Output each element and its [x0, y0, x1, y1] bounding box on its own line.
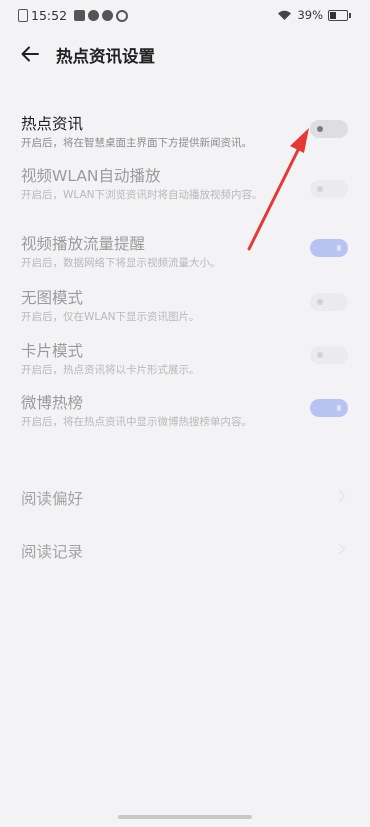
- setting-title: 无图模式: [21, 289, 84, 307]
- no-image-mode-toggle[interactable]: [310, 293, 348, 311]
- setting-desc: 开启后，将在智慧桌面主界面下方提供新闻资讯。: [21, 137, 252, 149]
- setting-card-mode: 卡片模式 开启后，热点资讯将以卡片形式展示。: [0, 339, 370, 379]
- status-right: 39%: [277, 8, 351, 22]
- app-notification-icon-3: [102, 10, 114, 21]
- hot-news-toggle[interactable]: [310, 120, 348, 138]
- setting-desc: 开启后，仅在WLAN下显示资讯图片。: [21, 311, 200, 323]
- chevron-right-icon: [338, 490, 346, 502]
- battery-percent: 39%: [297, 8, 323, 22]
- setting-desc: 开启后，将在热点资讯中显示微博热搜榜单内容。: [21, 416, 252, 428]
- app-notification-icon: [74, 10, 86, 21]
- app-notification-icon-4: [116, 9, 129, 22]
- card-mode-toggle[interactable]: [310, 346, 348, 364]
- toggle-knob: [317, 126, 323, 132]
- toggle-knob: [317, 352, 323, 358]
- setting-desc: 开启后，热点资讯将以卡片形式展示。: [21, 364, 200, 376]
- header: 热点资讯设置: [0, 34, 370, 74]
- toggle-knob: [337, 405, 341, 411]
- setting-title: 视频播放流量提醒: [21, 235, 146, 253]
- video-data-reminder-toggle[interactable]: [310, 239, 348, 257]
- battery-icon: [328, 9, 351, 21]
- wifi-icon: [278, 10, 292, 20]
- setting-title: 卡片模式: [21, 342, 84, 360]
- reading-preference-label: 阅读偏好: [21, 490, 84, 508]
- setting-title: 微博热榜: [21, 394, 84, 412]
- page-title: 热点资讯设置: [56, 47, 155, 66]
- home-indicator[interactable]: [118, 815, 252, 819]
- toggle-knob: [317, 186, 323, 192]
- reading-preference-row[interactable]: 阅读偏好: [0, 487, 370, 517]
- status-left: 15:52: [18, 8, 129, 23]
- reading-history-row[interactable]: 阅读记录: [0, 540, 370, 570]
- app-notification-icon-2: [88, 10, 100, 21]
- setting-no-image-mode: 无图模式 开启后，仅在WLAN下显示资讯图片。: [0, 286, 370, 326]
- reading-history-label: 阅读记录: [21, 543, 84, 561]
- setting-desc: 开启后，WLAN下浏览资讯时将自动播放视频内容。: [21, 189, 263, 201]
- status-bar: 15:52 39%: [0, 0, 370, 30]
- setting-title: 热点资讯: [21, 115, 84, 133]
- toggle-knob: [317, 299, 323, 305]
- sim-icon: [18, 9, 28, 22]
- video-wlan-autoplay-toggle[interactable]: [310, 180, 348, 198]
- setting-title: 视频WLAN自动播放: [21, 167, 161, 185]
- chevron-right-icon: [338, 543, 346, 555]
- setting-weibo-hot-list: 微博热榜 开启后，将在热点资讯中显示微博热搜榜单内容。: [0, 391, 370, 431]
- setting-video-wlan-autoplay: 视频WLAN自动播放 开启后，WLAN下浏览资讯时将自动播放视频内容。: [0, 164, 370, 216]
- weibo-hot-list-toggle[interactable]: [310, 399, 348, 417]
- toggle-knob: [337, 245, 341, 251]
- setting-video-data-reminder: 视频播放流量提醒 开启后，数据网络下将显示视频流量大小。: [0, 232, 370, 272]
- setting-desc: 开启后，数据网络下将显示视频流量大小。: [21, 257, 221, 269]
- setting-hot-news: 热点资讯 开启后，将在智慧桌面主界面下方提供新闻资讯。: [0, 112, 370, 158]
- back-arrow-icon[interactable]: [20, 44, 40, 64]
- status-time: 15:52: [31, 8, 68, 23]
